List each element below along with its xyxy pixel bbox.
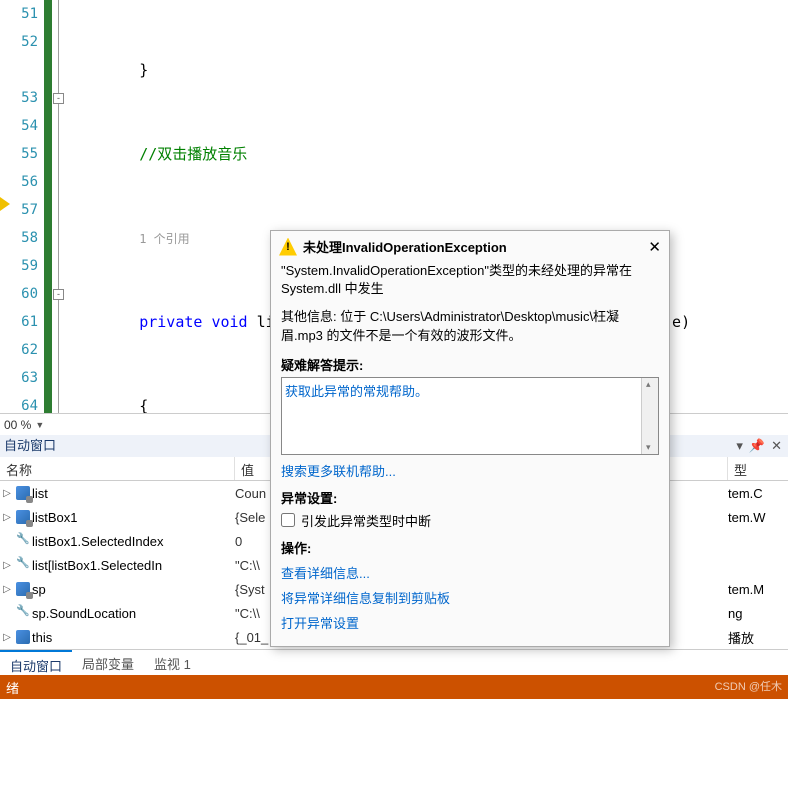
hint-link[interactable]: 获取此异常的常规帮助。 (285, 384, 428, 399)
exception-header: ! 未处理InvalidOperationException ✕ (271, 231, 669, 262)
field-icon (14, 582, 32, 596)
expand-icon[interactable]: ▷ (0, 488, 14, 499)
variable-type: ng (728, 606, 788, 621)
line-num: 62 (0, 336, 38, 364)
variable-type: tem.C (728, 486, 788, 501)
code-text: } (139, 61, 148, 79)
exception-popup: ! 未处理InvalidOperationException ✕ "System… (270, 230, 670, 647)
col-header-type[interactable]: 型 (728, 457, 788, 480)
expand-icon[interactable]: ▷ (0, 632, 14, 643)
variable-type: tem.W (728, 510, 788, 525)
status-text: 绪 (6, 678, 19, 696)
field-icon (14, 630, 32, 644)
checkbox-label: 引发此异常类型时中断 (301, 511, 431, 530)
field-icon (14, 486, 32, 500)
watermark-text: CSDN @任木 (715, 678, 782, 696)
collapse-toggle-icon[interactable]: - (53, 289, 64, 300)
warning-icon: ! (279, 238, 297, 256)
variable-name: list[listBox1.SelectedIn (32, 558, 235, 573)
close-icon[interactable]: ✕ (648, 238, 661, 256)
variable-name: sp (32, 582, 235, 597)
open-settings-link[interactable]: 打开异常设置 (281, 613, 659, 632)
code-keyword: void (211, 313, 247, 331)
line-num (0, 56, 38, 84)
line-num: 56 (0, 168, 38, 196)
variable-name: listBox1.SelectedIndex (32, 534, 235, 549)
line-num: 60 (0, 280, 38, 308)
line-num: 58 (0, 224, 38, 252)
panel-title-text: 自动窗口 (4, 435, 56, 457)
line-num: 52 (0, 28, 38, 56)
pin-icon[interactable]: 📌 (749, 435, 765, 457)
search-online-link[interactable]: 搜索更多联机帮助... (281, 461, 659, 480)
exception-title: 未处理InvalidOperationException (303, 237, 642, 256)
exception-message-1: "System.InvalidOperationException"类型的未经处… (281, 262, 659, 298)
variable-name: this (32, 630, 235, 645)
expand-icon[interactable]: ▷ (0, 560, 14, 571)
line-num: 51 (0, 0, 38, 28)
tab-locals[interactable]: 局部变量 (72, 650, 144, 675)
reference-hint[interactable]: 1 个引用 (139, 232, 189, 246)
variable-name: listBox1 (32, 510, 235, 525)
settings-title: 异常设置: (281, 488, 659, 507)
collapse-toggle-icon[interactable]: - (53, 93, 64, 104)
change-marker-gutter (44, 0, 52, 413)
close-icon[interactable]: ✕ (771, 435, 782, 457)
variable-type: tem.M (728, 582, 788, 597)
code-keyword: private (139, 313, 202, 331)
line-num: 54 (0, 112, 38, 140)
view-details-link[interactable]: 查看详细信息... (281, 563, 659, 582)
variable-name: list (32, 486, 235, 501)
hints-title: 疑难解答提示: (281, 355, 659, 374)
variable-name: sp.SoundLocation (32, 606, 235, 621)
line-num: 53 (0, 84, 38, 112)
line-num: 61 (0, 308, 38, 336)
actions-title: 操作: (281, 538, 659, 557)
bottom-tabs: 自动窗口 局部变量 监视 1 (0, 649, 788, 675)
code-comment: //双击播放音乐 (139, 145, 247, 163)
execution-pointer-icon (0, 197, 10, 211)
line-num: 55 (0, 140, 38, 168)
property-icon (14, 534, 32, 548)
status-bar: 绪 CSDN @任木 (0, 675, 788, 699)
property-icon (14, 606, 32, 620)
scrollbar[interactable] (641, 378, 658, 454)
expand-icon[interactable]: ▷ (0, 512, 14, 523)
tab-watch[interactable]: 监视 1 (144, 650, 201, 675)
checkbox-input[interactable] (281, 513, 295, 527)
exception-message-2: 其他信息: 位于 C:\Users\Administrator\Desktop\… (281, 308, 659, 344)
code-text: { (139, 397, 148, 413)
copy-details-link[interactable]: 将异常详细信息复制到剪贴板 (281, 588, 659, 607)
expand-icon[interactable]: ▷ (0, 584, 14, 595)
outline-gutter[interactable]: - - (52, 0, 72, 413)
dropdown-icon[interactable]: ▾ (736, 435, 743, 457)
tab-autos[interactable]: 自动窗口 (0, 650, 72, 675)
line-num: 63 (0, 364, 38, 392)
col-header-name[interactable]: 名称 (0, 457, 235, 480)
hints-box[interactable]: 获取此异常的常规帮助。 (281, 377, 659, 455)
line-num: 59 (0, 252, 38, 280)
property-icon (14, 558, 32, 572)
field-icon (14, 510, 32, 524)
line-num: 64 (0, 392, 38, 420)
variable-type: 播放 (728, 628, 788, 647)
break-on-throw-checkbox[interactable]: 引发此异常类型时中断 (281, 511, 659, 530)
